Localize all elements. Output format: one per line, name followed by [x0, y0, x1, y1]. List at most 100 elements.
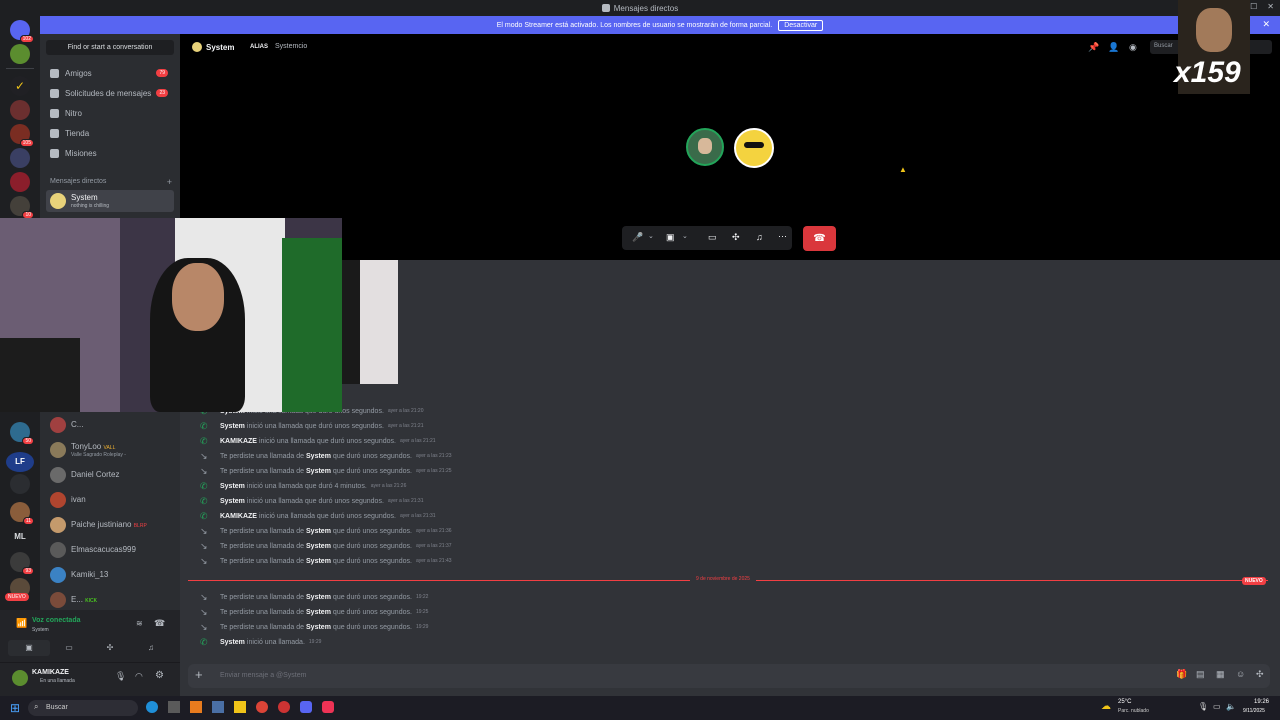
headphones-icon[interactable]: ◠	[135, 671, 143, 682]
soundboard-button[interactable]: ♫	[130, 640, 172, 656]
microphone-icon[interactable]: 🎙	[115, 671, 126, 682]
server-icon[interactable]: 105	[10, 124, 34, 147]
app-icon[interactable]	[278, 701, 290, 713]
find-conversation-button[interactable]: Find or start a conversation	[46, 40, 174, 55]
profile-icon[interactable]: ◉	[1129, 42, 1137, 53]
server-icon[interactable]	[10, 474, 30, 494]
edge-icon[interactable]	[146, 701, 158, 713]
nav-shop[interactable]: Tienda	[46, 124, 174, 142]
nav-friends[interactable]: Amigos 79	[46, 64, 174, 82]
server-icon[interactable]: ✓	[10, 76, 30, 96]
message-composer[interactable]: + Enviar mensaje a @System 🎁 ▤ ▦ ☺ ✣	[188, 664, 1270, 688]
maximize-icon[interactable]: ☐	[1250, 2, 1257, 11]
windows-start-icon[interactable]: ⊞	[10, 701, 20, 715]
brave-icon[interactable]	[322, 701, 334, 713]
dm-item[interactable]: E... KICK	[46, 589, 174, 611]
dm-item[interactable]: Elmascacucas999	[46, 539, 174, 561]
hang-up-button[interactable]: ☎	[803, 226, 836, 251]
taskbar-search[interactable]: ⌕ Buscar	[28, 700, 138, 716]
message-text: Te perdiste una llamada de System que dur…	[220, 528, 412, 535]
activities-icon[interactable]: ✣	[732, 232, 740, 243]
activities-button[interactable]: ✣	[89, 640, 131, 656]
file-explorer-icon[interactable]	[234, 701, 246, 713]
nav-quests[interactable]: Misiones	[46, 144, 174, 162]
caller-name[interactable]: KAMIKAZE	[220, 513, 257, 520]
add-attachment-icon[interactable]: +	[195, 667, 203, 682]
soundboard-icon[interactable]: ♫	[756, 232, 763, 242]
caller-name[interactable]: System	[306, 609, 331, 616]
app-icon[interactable]	[190, 701, 202, 713]
participant-avatar[interactable]	[734, 128, 774, 168]
close-banner-icon[interactable]: ✕	[1262, 19, 1270, 30]
caller-name[interactable]: System	[306, 624, 331, 631]
caller-name[interactable]: System	[306, 453, 331, 460]
caller-name[interactable]: System	[220, 423, 245, 430]
discord-taskbar-icon[interactable]	[300, 701, 312, 713]
server-icon[interactable]: 10	[10, 196, 34, 219]
gear-icon[interactable]: ⚙	[155, 670, 164, 681]
server-icon[interactable]: 11	[10, 502, 34, 525]
gif-icon[interactable]: ▤	[1196, 669, 1205, 680]
add-friend-icon[interactable]: 👤	[1108, 42, 1119, 53]
chevron-down-icon[interactable]: ⌄	[682, 232, 688, 240]
screen-share-icon[interactable]: ▭	[708, 232, 717, 243]
overlay-counter: x159	[1174, 56, 1241, 89]
message-image[interactable]	[342, 260, 398, 384]
home-dm-button[interactable]: 102	[10, 20, 34, 43]
noise-suppression-icon[interactable]: ≋	[136, 619, 143, 628]
server-icon[interactable]	[10, 172, 30, 192]
mic-icon[interactable]: 🎤	[632, 232, 643, 243]
dm-item[interactable]: Paiche justiniano BLRP	[46, 514, 174, 536]
server-icon[interactable]	[10, 148, 30, 168]
taskbar-search-label: Buscar	[46, 704, 68, 711]
network-icon[interactable]: ▭	[1213, 702, 1221, 711]
disconnect-icon[interactable]: ☎	[154, 618, 165, 629]
participant-avatar[interactable]	[686, 128, 724, 166]
caller-name[interactable]: System	[306, 594, 331, 601]
camera-off-icon[interactable]: ▣	[666, 232, 675, 243]
caller-name[interactable]: KAMIKAZE	[220, 438, 257, 445]
server-lf[interactable]: LF	[6, 452, 34, 472]
pin-icon[interactable]: 📌	[1088, 42, 1099, 53]
deactivate-button[interactable]: Desactivar	[778, 19, 824, 31]
dm-item[interactable]: Kamiki_13	[46, 564, 174, 586]
avatar[interactable]	[12, 670, 28, 686]
sticker-icon[interactable]: ▦	[1216, 669, 1225, 680]
dm-item-system[interactable]: System nothing is chilling	[46, 190, 174, 212]
chrome-icon[interactable]	[256, 701, 268, 713]
create-dm-icon[interactable]: +	[167, 177, 172, 187]
caller-name[interactable]: System	[306, 543, 331, 550]
server-icon[interactable]	[10, 44, 30, 64]
mic-tray-icon[interactable]: 🎙	[1198, 702, 1208, 711]
close-window-icon[interactable]: ✕	[1267, 2, 1274, 11]
caller-name[interactable]: System	[306, 468, 331, 475]
server-icon[interactable]	[10, 100, 30, 120]
app-icon[interactable]	[212, 701, 224, 713]
camera-button[interactable]: ▣	[8, 640, 50, 656]
nav-message-requests[interactable]: Solicitudes de mensajes 23	[46, 84, 174, 102]
voice-channel[interactable]: System	[32, 627, 49, 633]
caller-name[interactable]: System	[306, 528, 331, 535]
caller-name[interactable]: System	[220, 498, 245, 505]
app-icon[interactable]	[168, 701, 180, 713]
dm-item[interactable]: ivan	[46, 489, 174, 511]
server-icon[interactable]: 50	[10, 422, 34, 445]
nav-nitro[interactable]: Nitro	[46, 104, 174, 122]
apps-icon[interactable]: ✣	[1256, 669, 1264, 680]
server-icon[interactable]: 93	[10, 552, 34, 575]
caller-name[interactable]: System	[220, 483, 245, 490]
dm-item[interactable]: Daniel Cortez	[46, 464, 174, 486]
caller-name[interactable]: System	[306, 558, 331, 565]
screen-share-button[interactable]: ▭	[48, 640, 90, 656]
emoji-icon[interactable]: ☺	[1236, 669, 1245, 679]
volume-icon[interactable]: 🔈	[1226, 702, 1236, 711]
caller-name[interactable]: System	[220, 639, 245, 646]
server-ml[interactable]: ML	[6, 532, 34, 541]
timestamp: 19:29	[308, 639, 322, 645]
chevron-down-icon[interactable]: ⌄	[648, 232, 654, 240]
dm-item[interactable]: TonyLoo VALL Valle Sagrado Roleplay -	[46, 439, 174, 461]
dm-item[interactable]: C...	[46, 414, 174, 436]
gift-icon[interactable]: 🎁	[1176, 669, 1187, 680]
person-face	[172, 263, 224, 331]
more-icon[interactable]: ⋯	[778, 231, 787, 242]
